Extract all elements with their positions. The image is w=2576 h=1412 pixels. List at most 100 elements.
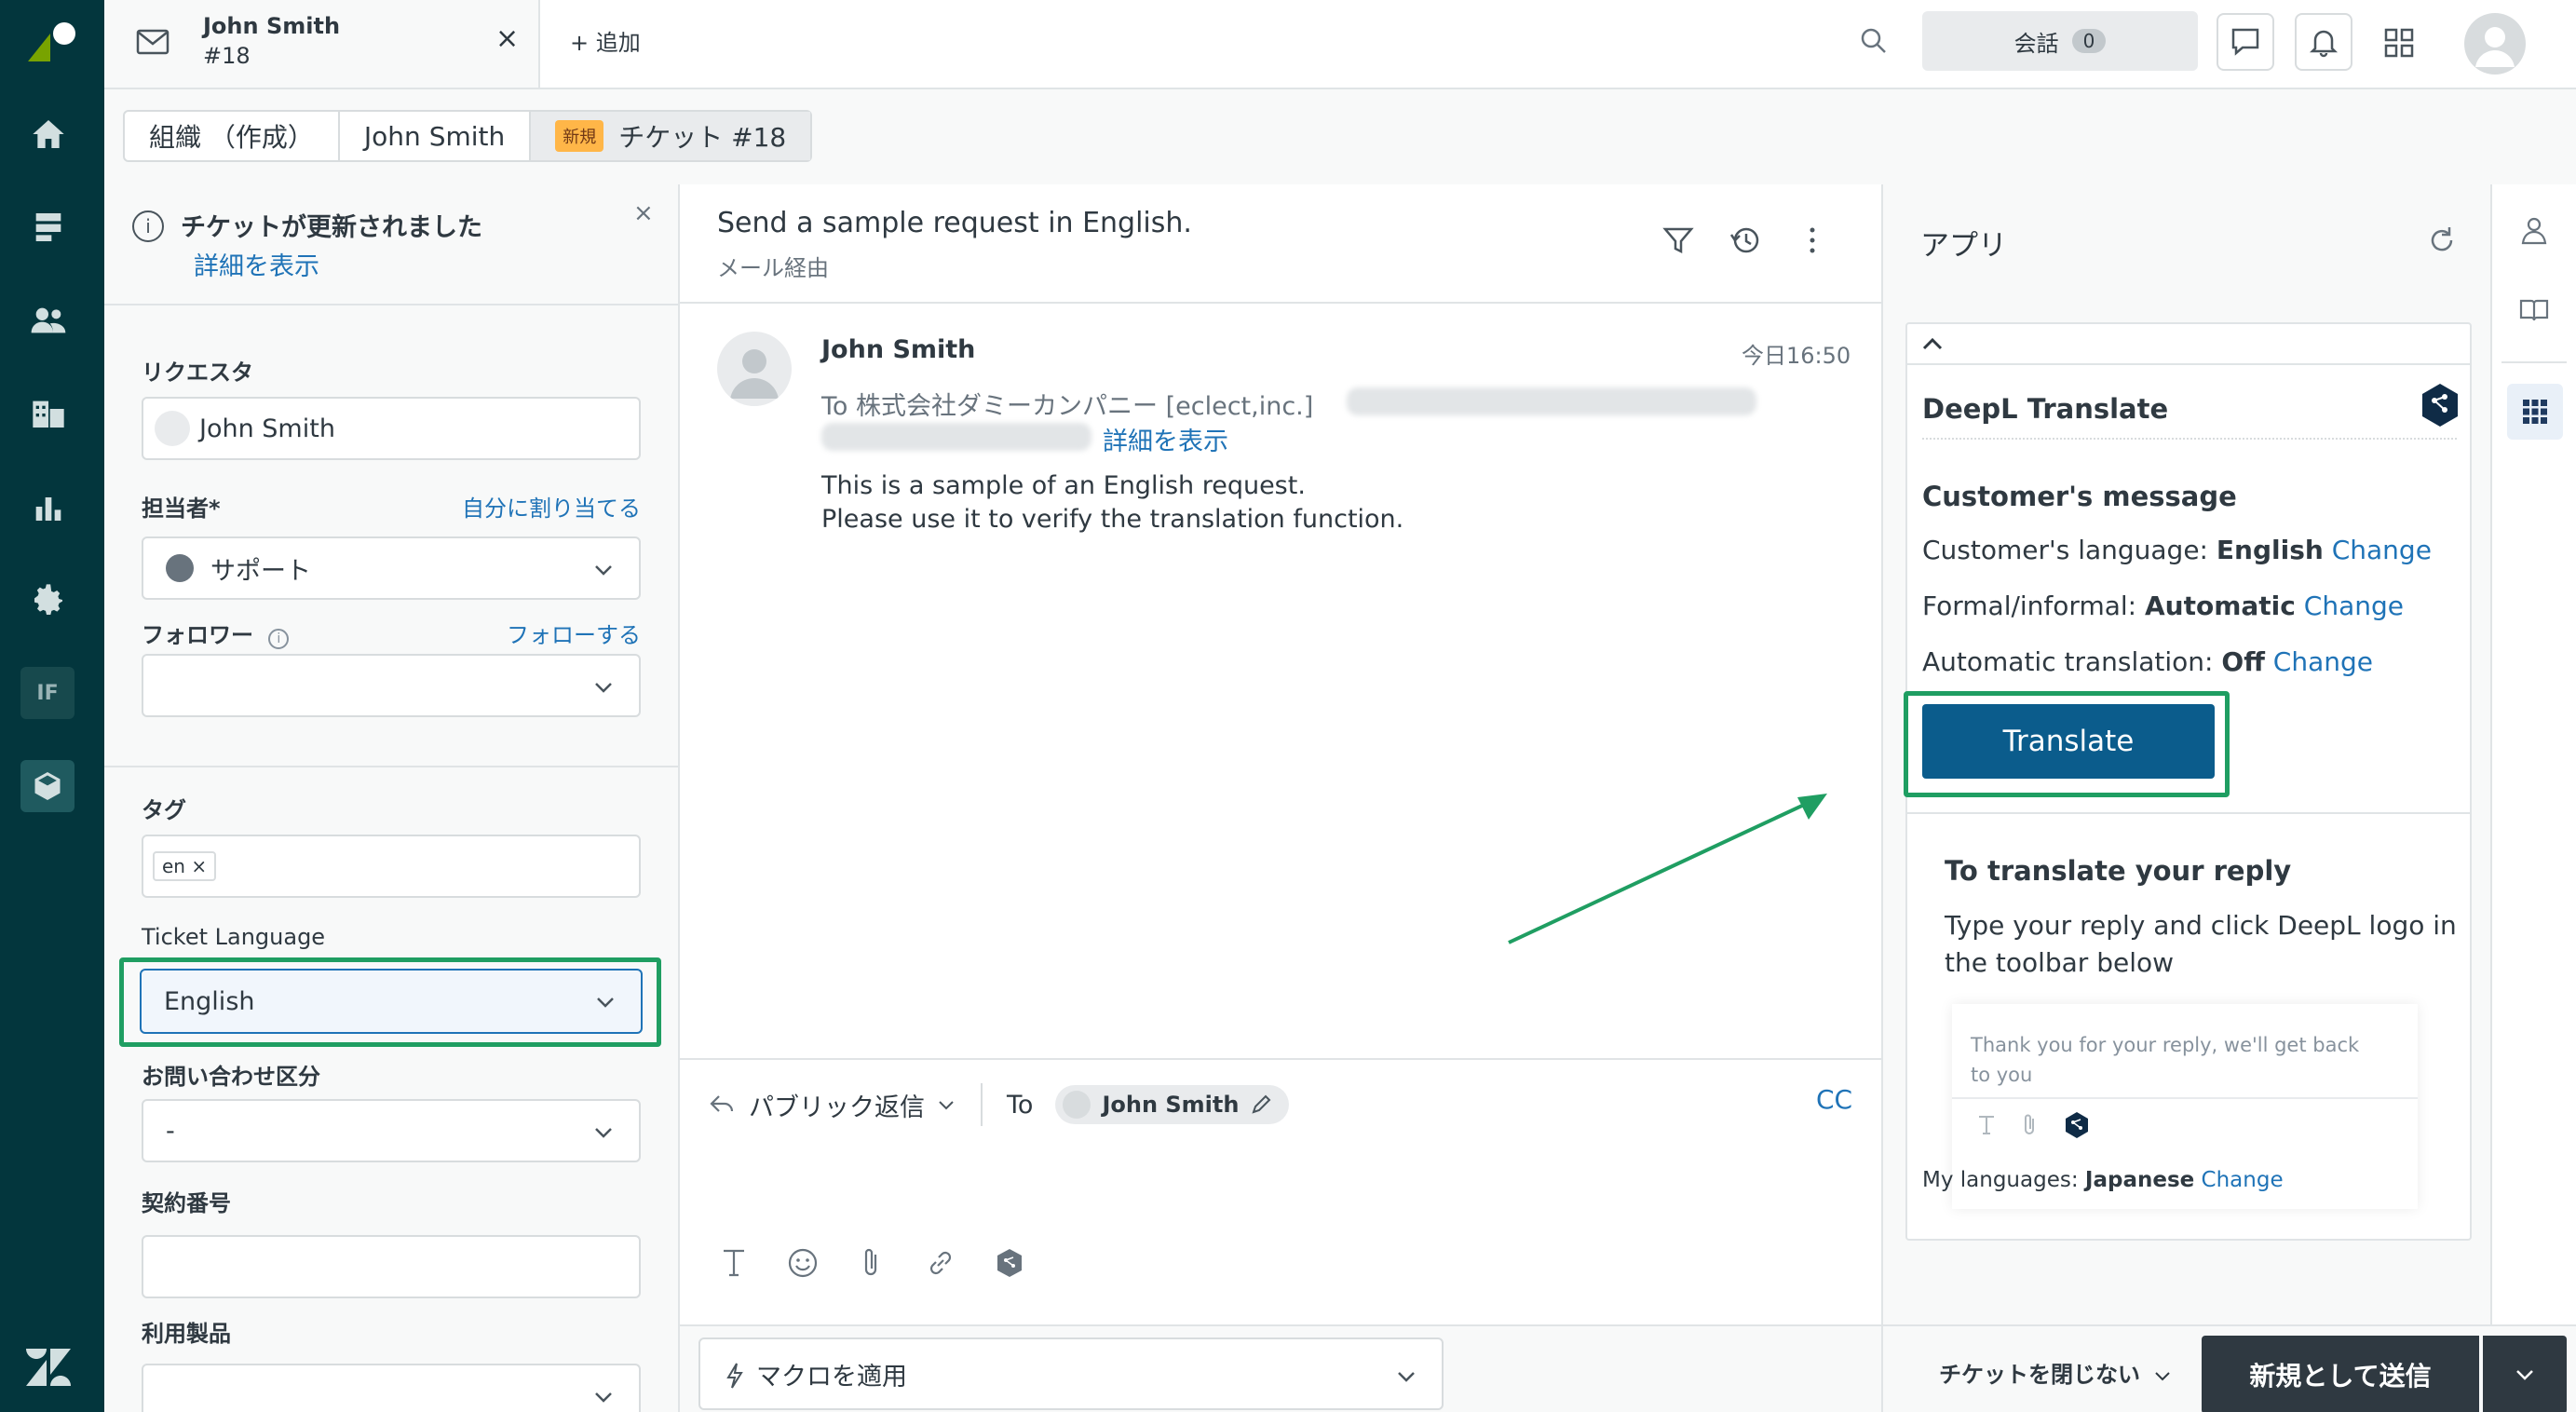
reporting-icon[interactable] — [28, 486, 69, 527]
user-avatar[interactable] — [2464, 13, 2526, 75]
followers-label: フォロワー i — [142, 617, 290, 649]
chevron-down-icon — [2155, 1372, 2171, 1381]
requester-field[interactable]: John Smith — [142, 397, 641, 460]
refresh-icon[interactable] — [2423, 222, 2461, 259]
cc-link[interactable]: CC — [1816, 1084, 1852, 1115]
app-if-icon[interactable]: IF — [20, 667, 75, 719]
assignee-dropdown[interactable]: サポート — [142, 536, 641, 600]
followers-dropdown[interactable] — [142, 654, 641, 717]
assign-to-me-link[interactable]: 自分に割り当てる — [462, 490, 641, 523]
package-app-icon[interactable] — [20, 760, 75, 812]
change-language-link[interactable]: Change — [2332, 535, 2432, 565]
collapse-caret-icon[interactable] — [1918, 333, 1946, 356]
ticket-language-label: Ticket Language — [142, 924, 326, 950]
ticket-language-value: English — [164, 986, 255, 1016]
apps-icon[interactable] — [2507, 384, 2563, 440]
add-tab-button[interactable]: + 追加 — [570, 24, 641, 57]
organizations-icon[interactable] — [28, 393, 69, 434]
zendesk-logo-icon[interactable] — [28, 20, 76, 61]
pencil-icon[interactable] — [1250, 1093, 1272, 1116]
filter-icon[interactable] — [1660, 222, 1697, 259]
sender-name[interactable]: John Smith — [821, 335, 975, 364]
macro-label: マクロを適用 — [756, 1362, 907, 1392]
reply-translate-description: Type your reply and click DeepL logo in … — [1945, 910, 2457, 978]
message-body: This is a sample of an English request. … — [821, 469, 1403, 536]
breadcrumb: 組織 （作成） John Smith 新規 チケット #18 — [123, 110, 813, 162]
separator — [981, 1083, 983, 1126]
product-tray-icon[interactable] — [2380, 24, 2418, 61]
notice-details-link[interactable]: 詳細を表示 — [194, 246, 319, 282]
reply-type-select[interactable]: パブリック返信 — [749, 1087, 925, 1123]
notifications-button[interactable] — [2295, 13, 2352, 71]
chevron-down-icon — [595, 565, 612, 576]
tab-ticket-number: #18 — [203, 43, 251, 69]
knowledge-icon[interactable] — [2511, 287, 2557, 333]
search-icon[interactable] — [1855, 22, 1892, 60]
close-notice-icon[interactable]: × — [633, 199, 654, 227]
inquiry-dropdown[interactable]: - — [142, 1099, 641, 1162]
submit-as-new-button[interactable]: 新規として送信 — [2202, 1336, 2479, 1412]
emoji-icon[interactable] — [786, 1246, 820, 1280]
deepl-toolbar-icon[interactable] — [993, 1246, 1026, 1280]
customer-message-title: Customer's message — [1922, 481, 2237, 512]
contract-number-input[interactable] — [142, 1235, 641, 1298]
home-icon[interactable] — [28, 114, 69, 155]
follow-link[interactable]: フォローする — [507, 617, 641, 649]
product-label: 利用製品 — [142, 1321, 231, 1347]
recipient-chip[interactable]: John Smith — [1055, 1085, 1290, 1124]
my-languages-row: My languages: Japanese Change — [1922, 1168, 2284, 1192]
title-underline — [1922, 438, 2457, 440]
contract-number-label: 契約番号 — [142, 1190, 231, 1216]
message-body-line: This is a sample of an English request. — [821, 471, 1306, 500]
annotation-arrow-icon — [1508, 794, 1827, 944]
bell-icon — [2309, 30, 2339, 58]
product-dropdown[interactable] — [142, 1364, 641, 1412]
translate-button[interactable]: Translate — [1922, 704, 2215, 779]
tag-chip[interactable]: en × — [153, 851, 217, 881]
footer-macro-bar: マクロを適用 — [680, 1324, 1881, 1412]
show-details-link[interactable]: 詳細を表示 — [1103, 421, 1228, 457]
conversations-button[interactable]: 会話 0 — [1922, 11, 2198, 71]
chevron-down-icon — [2516, 1370, 2533, 1380]
change-my-language-link[interactable]: Change — [2202, 1168, 2284, 1192]
change-auto-link[interactable]: Change — [2273, 646, 2373, 677]
submit-options-button[interactable] — [2483, 1336, 2567, 1412]
inquiry-value: - — [166, 1116, 175, 1146]
customer-context-icon[interactable] — [2511, 207, 2557, 253]
apply-macro-dropdown[interactable]: マクロを適用 — [698, 1337, 1444, 1410]
breadcrumb-organization[interactable]: 組織 （作成） — [125, 112, 340, 160]
text-format-icon[interactable] — [717, 1246, 751, 1280]
change-formal-link[interactable]: Change — [2304, 591, 2404, 621]
chevron-down-icon — [595, 683, 612, 693]
info-icon: i — [132, 210, 164, 242]
views-icon[interactable] — [28, 207, 69, 248]
customers-icon[interactable] — [28, 300, 69, 341]
reply-options: パブリック返信 To John Smith — [708, 1079, 1290, 1131]
group-icon — [166, 554, 194, 582]
assignee-value: サポート — [210, 556, 311, 586]
text-format-icon — [1979, 1116, 1994, 1134]
chevron-down-icon[interactable] — [936, 1094, 956, 1115]
more-options-icon[interactable] — [1794, 222, 1831, 259]
breadcrumb-user[interactable]: John Smith — [340, 112, 532, 160]
message-body-line: Please use it to verify the translation … — [821, 505, 1404, 534]
link-icon[interactable] — [924, 1246, 957, 1280]
ticket-tab[interactable]: John Smith #18 × — [104, 0, 540, 88]
close-ticket-option[interactable]: チケットを閉じない — [1939, 1356, 2172, 1389]
breadcrumb-ticket[interactable]: 新規 チケット #18 — [531, 112, 811, 160]
redacted-email — [821, 423, 1091, 451]
card-divider — [1907, 812, 2470, 814]
close-tab-icon[interactable]: × — [495, 22, 519, 55]
history-icon[interactable] — [1727, 222, 1764, 259]
chevron-down-icon — [595, 1128, 612, 1138]
channel-via: メール経由 — [717, 255, 829, 281]
top-bar: John Smith #18 × + 追加 会話 0 — [104, 0, 2576, 89]
ticket-language-dropdown[interactable]: English — [140, 969, 643, 1034]
breadcrumb-ticket-label: チケット #18 — [618, 122, 787, 153]
chat-button[interactable] — [2217, 13, 2274, 71]
sample-toolbar — [1976, 1110, 2090, 1140]
ticket-subject: Send a sample request in English. — [717, 207, 1192, 239]
tags-field[interactable]: en × — [142, 835, 641, 898]
attachment-icon[interactable] — [855, 1246, 888, 1280]
admin-gear-icon[interactable] — [28, 579, 69, 620]
